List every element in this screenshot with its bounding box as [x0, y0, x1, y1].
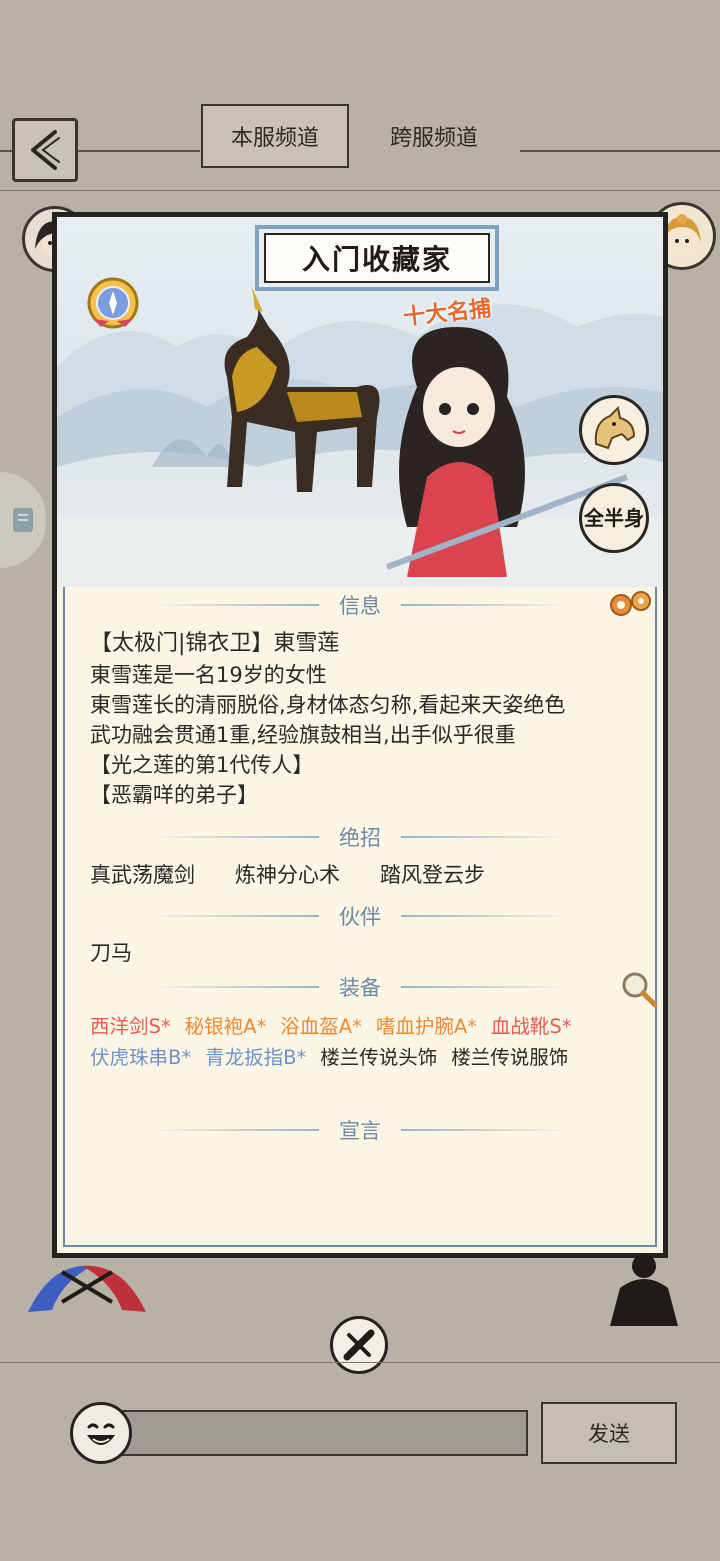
- horse-icon: [594, 405, 636, 450]
- info-line: 【恶霸咩的弟子】: [90, 783, 258, 807]
- emoji-icon: [77, 1409, 125, 1457]
- player-card: 入门收藏家 十大名捕 全半身 信息 【太极门|锦衣卫】東雪莲 東雪莲是一名19岁: [52, 212, 668, 1258]
- skill-item[interactable]: 真武荡魔剑: [90, 859, 195, 889]
- equipment-item[interactable]: 楼兰传说头饰: [320, 1041, 437, 1070]
- rank-medal-icon: [87, 277, 139, 329]
- side-drawer-tab[interactable]: [0, 472, 46, 568]
- section-label: 信息: [339, 594, 381, 618]
- equipment-item[interactable]: 青龙扳指B*: [205, 1041, 306, 1070]
- section-label: 伙伴: [339, 905, 381, 929]
- equipment-item[interactable]: 秘银袍A*: [185, 1010, 267, 1039]
- close-icon: [343, 1329, 375, 1361]
- equipment-item[interactable]: 西洋剑S*: [90, 1010, 171, 1039]
- half-body-toggle[interactable]: 全半身: [579, 483, 649, 553]
- info-line: 武功融会贯通1重,经验旗鼓相当,出手似乎很重: [90, 723, 516, 747]
- divider: [401, 836, 571, 838]
- player-name-line: 【太极门|锦衣卫】東雪莲: [90, 631, 340, 656]
- divider: [520, 150, 720, 152]
- divider: [401, 604, 571, 606]
- skill-item[interactable]: 炼神分心术: [235, 859, 340, 889]
- section-info-header: 信息: [57, 590, 663, 620]
- mount-view-button[interactable]: [579, 395, 649, 465]
- divider: [401, 915, 571, 917]
- equipment-item[interactable]: 浴血盔A*: [280, 1010, 362, 1039]
- emoji-button[interactable]: [70, 1402, 132, 1464]
- player-title: 入门收藏家: [264, 233, 490, 283]
- partner-name[interactable]: 刀马: [90, 937, 132, 967]
- tab-cross-server-channel[interactable]: 跨服频道: [360, 104, 508, 168]
- equipment-row: 伏虎珠串B* 青龙扳指B* 楼兰传说头饰 楼兰传说服饰: [90, 1041, 568, 1070]
- divider: [401, 1129, 571, 1131]
- divider: [401, 986, 571, 988]
- meditating-figure-icon: [610, 1254, 678, 1326]
- section-label: 宣言: [339, 1119, 381, 1143]
- section-skills-header: 绝招: [57, 822, 663, 852]
- back-button[interactable]: [12, 118, 78, 182]
- equipment-item[interactable]: 楼兰传说服饰: [451, 1041, 568, 1070]
- document-icon: [13, 508, 33, 532]
- divider: [149, 915, 319, 917]
- equipment-item[interactable]: 伏虎珠串B*: [90, 1041, 191, 1070]
- close-button[interactable]: [330, 1316, 388, 1374]
- chat-input[interactable]: [118, 1410, 528, 1456]
- divider: [0, 1362, 720, 1363]
- magnifier-icon[interactable]: [619, 969, 659, 1009]
- card-hero-scene: 入门收藏家 十大名捕 全半身: [57, 217, 663, 587]
- section-declaration-header: 宣言: [57, 1115, 663, 1145]
- divider: [149, 604, 319, 606]
- tab-local-channel[interactable]: 本服频道: [201, 104, 349, 168]
- divider: [149, 986, 319, 988]
- info-line: 東雪莲长的清丽脱俗,身材体态匀称,看起来天姿绝色: [90, 693, 566, 717]
- title-plaque: 入门收藏家: [255, 225, 499, 291]
- divider: [149, 836, 319, 838]
- back-arrow-icon: [31, 130, 60, 170]
- section-label: 绝招: [339, 826, 381, 850]
- top-bar: 本服频道 跨服频道: [0, 0, 720, 200]
- section-label: 装备: [339, 976, 381, 1000]
- equipment-row: 西洋剑S* 秘银袍A* 浴血盔A* 嗜血护腕A* 血战靴S*: [90, 1010, 572, 1039]
- equipment-item[interactable]: 血战靴S*: [491, 1010, 572, 1039]
- skill-item[interactable]: 踏风登云步: [380, 859, 485, 889]
- crossed-swords-icon: [28, 1265, 146, 1312]
- skills-list: 真武荡魔剑 炼神分心术 踏风登云步: [90, 859, 485, 889]
- info-line: 【光之莲的第1代传人】: [90, 753, 314, 777]
- divider: [0, 190, 720, 191]
- equipment-item[interactable]: 嗜血护腕A*: [376, 1010, 477, 1039]
- section-partner-header: 伙伴: [57, 901, 663, 931]
- section-equipment-header: 装备: [57, 972, 663, 1002]
- info-line: 東雪莲是一名19岁的女性: [90, 663, 327, 687]
- send-button[interactable]: 发送: [541, 1402, 677, 1464]
- divider: [149, 1129, 319, 1131]
